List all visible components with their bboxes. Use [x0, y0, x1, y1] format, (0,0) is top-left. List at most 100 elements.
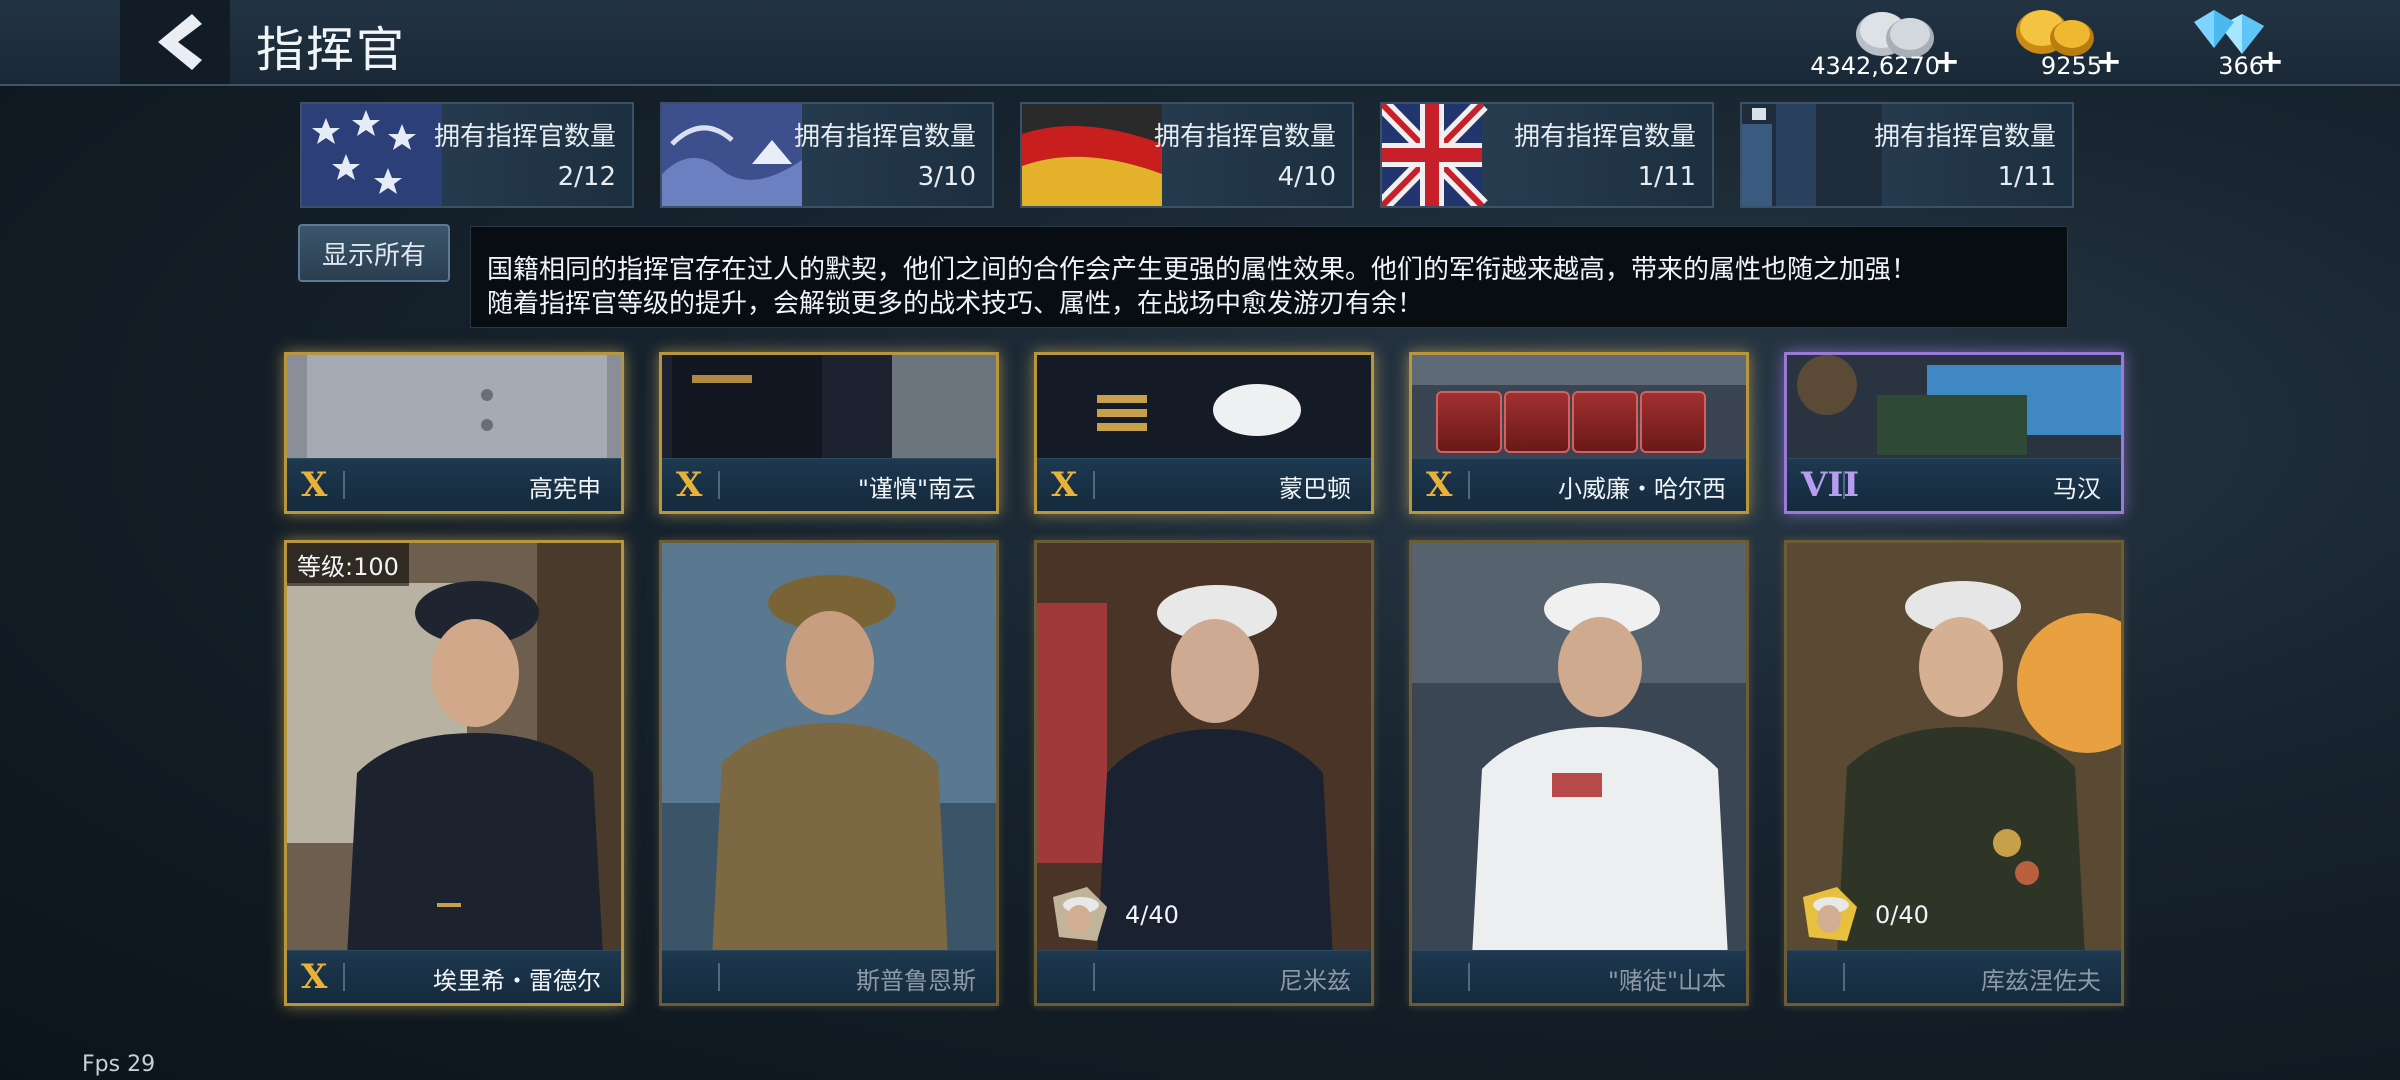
- nation-label: 拥有指挥官数量: [1873, 122, 2056, 152]
- commander-card[interactable]: X 高宪申: [284, 352, 624, 514]
- gold-resource[interactable]: 9255 +: [2000, 4, 2122, 84]
- commander-name: 斯普鲁恩斯: [856, 967, 976, 995]
- commander-card[interactable]: 4/40 尼米兹: [1034, 540, 1374, 1006]
- commander-portrait: [662, 355, 996, 465]
- level-badge: 等级:100: [287, 543, 409, 586]
- commander-portrait: [662, 543, 996, 957]
- commander-portrait: [287, 355, 621, 465]
- commander-name: 马汉: [2053, 475, 2101, 503]
- diamond-resource[interactable]: 366 +: [2170, 4, 2284, 84]
- rank-badge: X: [301, 465, 328, 505]
- card-name-bar: X 埃里希・雷德尔: [287, 950, 621, 1003]
- fragment-count: 4/40: [1125, 901, 1179, 929]
- nation-tile-germany[interactable]: 拥有指挥官数量 4/10: [1020, 102, 1354, 208]
- commander-name: "谨慎"南云: [857, 475, 976, 503]
- card-name-bar: X 小威廉・哈尔西: [1412, 458, 1746, 511]
- fps-counter: Fps 29: [82, 1052, 156, 1077]
- commander-card[interactable]: 等级:100 X 埃里希・雷德尔: [284, 540, 624, 1006]
- commander-card[interactable]: X 蒙巴顿: [1034, 352, 1374, 514]
- gold-amount: 9255: [2040, 52, 2102, 80]
- commander-portrait: [1412, 543, 1746, 957]
- card-name-bar: 斯普鲁恩斯: [662, 950, 996, 1003]
- card-name-bar: X 蒙巴顿: [1037, 458, 1371, 511]
- rank-badge: VII: [1801, 465, 1860, 505]
- fragment-count: 0/40: [1875, 901, 1929, 929]
- japan-wave-flag-icon: [662, 104, 802, 206]
- nation-tile-uk[interactable]: 拥有指挥官数量 1/11: [1380, 102, 1714, 208]
- top-bar: 指挥官 4342,6270 + 9255 + 366 +: [0, 0, 2400, 86]
- divider: [343, 963, 345, 991]
- rank-badge: X: [301, 957, 328, 997]
- commander-name: 小威廉・哈尔西: [1558, 475, 1726, 503]
- card-name-bar: X 高宪申: [287, 458, 621, 511]
- fragment-progress: 0/40: [1797, 885, 1929, 945]
- silver-amount: 4342,6270: [1810, 52, 1940, 80]
- divider: [1093, 963, 1095, 991]
- equipment-slot[interactable]: [1640, 391, 1706, 453]
- card-name-bar: "赌徒"山本: [1412, 950, 1746, 1003]
- commander-name: 蒙巴顿: [1279, 475, 1351, 503]
- show-all-button[interactable]: 显示所有: [298, 224, 450, 282]
- equipment-slot[interactable]: [1504, 391, 1570, 453]
- rank-badge: X: [676, 465, 703, 505]
- commander-card[interactable]: X 小威廉・哈尔西: [1409, 352, 1749, 514]
- rank-badge: X: [1426, 465, 1453, 505]
- commander-portrait: [1037, 355, 1371, 465]
- silver-resource[interactable]: 4342,6270 +: [1796, 4, 1960, 84]
- nation-label: 拥有指挥官数量: [1513, 122, 1696, 152]
- rank-badge: X: [1051, 465, 1078, 505]
- info-line-2: 随着指挥官等级的提升，会解锁更多的战术技巧、属性，在战场中愈发游刃有余！: [487, 289, 1424, 319]
- diamond-add-button[interactable]: +: [2257, 42, 2284, 80]
- card-name-bar: X "谨慎"南云: [662, 458, 996, 511]
- card-name-bar: VII 马汉: [1787, 458, 2121, 511]
- divider: [1093, 471, 1095, 499]
- divider: [1843, 471, 1845, 499]
- commander-card[interactable]: 0/40 库兹涅佐夫: [1784, 540, 2124, 1006]
- commander-portrait: [1787, 355, 2121, 465]
- nation-label: 拥有指挥官数量: [793, 122, 976, 152]
- commander-name: 库兹涅佐夫: [1981, 967, 2101, 995]
- equipment-slot[interactable]: [1572, 391, 1638, 453]
- uk-flag-icon: [1382, 104, 1488, 206]
- divider: [1843, 963, 1845, 991]
- back-button[interactable]: [120, 0, 230, 84]
- nation-label: 拥有指挥官数量: [433, 122, 616, 152]
- commander-name: 高宪申: [529, 475, 601, 503]
- commander-card[interactable]: VII 马汉: [1784, 352, 2124, 514]
- divider: [1468, 963, 1470, 991]
- ussr-flag-icon: [1742, 104, 1882, 206]
- germany-flag-icon: [1022, 104, 1162, 206]
- divider: [343, 471, 345, 499]
- commander-card[interactable]: X "谨慎"南云: [659, 352, 999, 514]
- equipment-slot[interactable]: [1436, 391, 1502, 453]
- info-line-1: 国籍相同的指挥官存在过人的默契，他们之间的合作会产生更强的属性效果。他们的军衔越…: [487, 255, 1918, 285]
- commander-fragment-icon: [1053, 887, 1107, 941]
- commander-fragment-icon: [1803, 887, 1857, 941]
- card-name-bar: 尼米兹: [1037, 950, 1371, 1003]
- page-title: 指挥官: [256, 22, 407, 78]
- commander-portrait: [287, 543, 621, 957]
- gold-add-button[interactable]: +: [2095, 42, 2122, 80]
- fragment-progress: 4/40: [1047, 885, 1179, 945]
- info-panel: 国籍相同的指挥官存在过人的默契，他们之间的合作会产生更强的属性效果。他们的军衔越…: [470, 226, 2068, 328]
- nation-count: 1/11: [1997, 162, 2056, 192]
- back-arrow-icon: [158, 14, 202, 70]
- nation-count: 2/12: [557, 162, 616, 192]
- divider: [1468, 471, 1470, 499]
- card-name-bar: 库兹涅佐夫: [1787, 950, 2121, 1003]
- commander-name: 尼米兹: [1279, 967, 1351, 995]
- silver-add-button[interactable]: +: [1933, 42, 1960, 80]
- nation-count: 3/10: [917, 162, 976, 192]
- nation-tile-japan[interactable]: 拥有指挥官数量 3/10: [660, 102, 994, 208]
- nation-tile-usa[interactable]: 拥有指挥官数量 2/12: [300, 102, 634, 208]
- commander-card[interactable]: "赌徒"山本: [1409, 540, 1749, 1006]
- nation-count: 4/10: [1277, 162, 1336, 192]
- commander-name: "赌徒"山本: [1607, 967, 1726, 995]
- nation-label: 拥有指挥官数量: [1153, 122, 1336, 152]
- nation-tile-ussr[interactable]: 拥有指挥官数量 1/11: [1740, 102, 2074, 208]
- divider: [718, 963, 720, 991]
- commander-card[interactable]: 斯普鲁恩斯: [659, 540, 999, 1006]
- divider: [718, 471, 720, 499]
- nation-count: 1/11: [1637, 162, 1696, 192]
- commander-name: 埃里希・雷德尔: [433, 967, 601, 995]
